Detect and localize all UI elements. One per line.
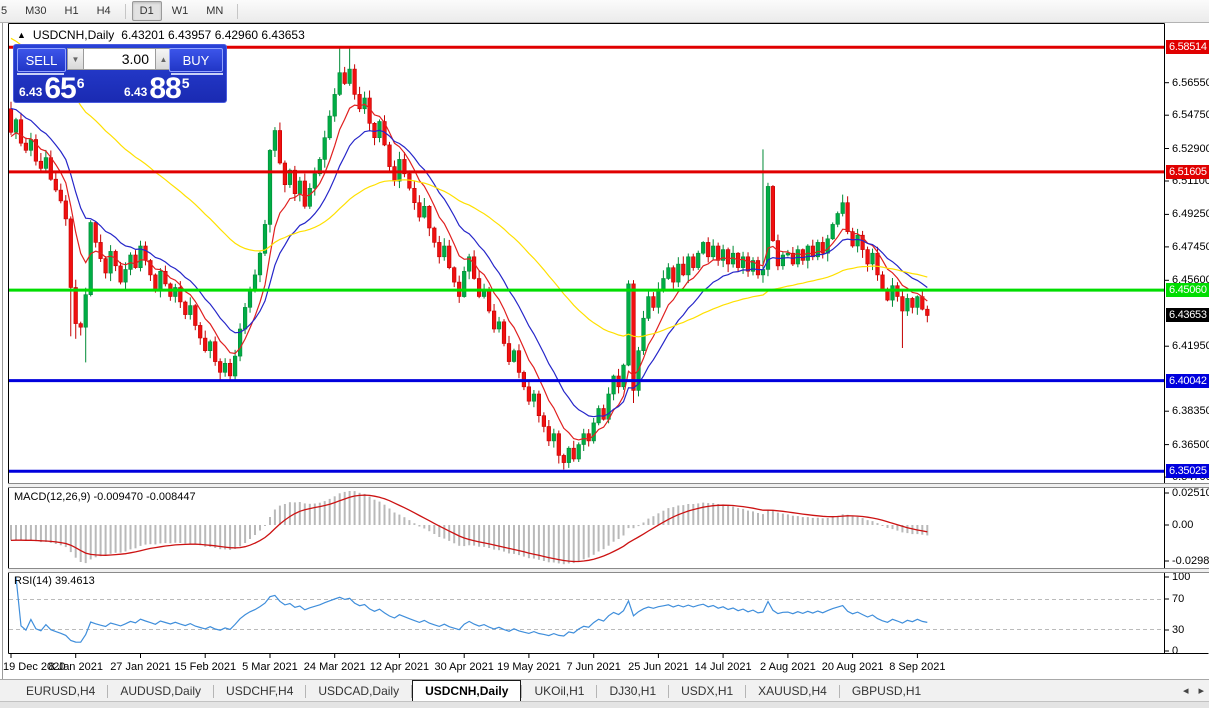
date-axis-label: 14 Jul 2021 (694, 661, 752, 673)
tab-bar-strip (0, 701, 1209, 708)
tab-gbpusd-h1[interactable]: GBPUSD,H1 (840, 680, 933, 702)
price-level-badge: 6.58514 (1166, 40, 1209, 55)
date-axis-label: 27 Jan 2021 (110, 661, 171, 673)
price-level-badge: 6.40042 (1166, 373, 1209, 388)
date-axis-label: 7 Jun 2021 (566, 661, 621, 673)
toolbar-separator (124, 3, 126, 19)
tab-scroll-left-icon[interactable]: ◂ (1183, 684, 1189, 697)
macd-axis-label: 0.025108 (1172, 487, 1209, 499)
date-axis-label: 15 Feb 2021 (174, 661, 237, 673)
buy-price-big: 88 (149, 72, 181, 105)
chart-title: USDCNH,Daily (32, 28, 115, 42)
date-axis-label: 30 Apr 2021 (434, 661, 494, 673)
timeframe-button-H1[interactable]: H1 (57, 1, 87, 21)
date-axis-label: 12 Apr 2021 (369, 661, 430, 673)
sell-price[interactable]: 6.43 65 6 (19, 72, 119, 105)
timeframe-toolbar: 5 M30 H1 H4 D1 W1 MN (0, 0, 1209, 23)
price-axis-tick: 6.49250 (1172, 208, 1209, 221)
price-level-badge: 6.45060 (1166, 283, 1209, 298)
timeframe-button-M30[interactable]: M30 (17, 1, 54, 21)
macd-axis-label: 0.00 (1172, 519, 1194, 531)
tab-audusd-daily[interactable]: AUDUSD,Daily (108, 680, 213, 702)
buy-price-prefix: 6.43 (124, 85, 148, 99)
timeframe-button-H4[interactable]: H4 (89, 1, 119, 21)
price-axis-tick: 6.36500 (1172, 438, 1209, 451)
chart-header: ▲ USDCNH,Daily 6.43201 6.43957 6.42960 6… (17, 28, 305, 42)
window-edge (2, 23, 3, 708)
price-axis-tick: 6.41950 (1172, 340, 1209, 353)
sell-price-sup: 6 (76, 75, 85, 91)
sell-button[interactable]: SELL (17, 48, 66, 72)
tab-usdchf-h4[interactable]: USDCHF,H4 (214, 680, 305, 702)
price-axis-tick: 6.54750 (1172, 109, 1209, 122)
tab-eurusd-h4[interactable]: EURUSD,H4 (14, 680, 107, 702)
price-axis-tick: 6.38350 (1172, 405, 1209, 418)
date-axis-label: 24 Mar 2021 (303, 661, 366, 673)
price-axis-tick: 6.47450 (1172, 240, 1209, 253)
timeframe-button-D1[interactable]: D1 (131, 1, 162, 21)
date-axis-label: 2 Aug 2021 (760, 661, 816, 673)
pane-separator-macd[interactable] (8, 483, 1209, 488)
sell-price-prefix: 6.43 (19, 85, 43, 99)
price-axis-tick: 6.56550 (1172, 76, 1209, 89)
toolbar-separator (237, 3, 239, 19)
tab-usdcnh-daily[interactable]: USDCNH,Daily (412, 680, 522, 702)
rsi-axis-label: 30 (1172, 624, 1185, 636)
macd-axis-label: -0.029885 (1172, 555, 1209, 567)
date-axis-label: 25 Jun 2021 (628, 661, 689, 673)
macd-label: MACD(12,26,9) -0.009470 -0.008447 (14, 491, 196, 503)
buy-price-sup: 5 (181, 75, 190, 91)
rsi-label: RSI(14) 39.4613 (14, 575, 95, 587)
tab-dj30-h1[interactable]: DJ30,H1 (597, 680, 668, 702)
tab-usdx-h1[interactable]: USDX,H1 (669, 680, 745, 702)
volume-decrease-button[interactable]: ▼ (67, 48, 84, 70)
date-axis-label: 8 Sep 2021 (889, 661, 946, 673)
buy-price[interactable]: 6.43 88 5 (124, 72, 223, 105)
tab-usdcad-daily[interactable]: USDCAD,Daily (306, 680, 411, 702)
price-level-badge: 6.35025 (1166, 464, 1209, 479)
rsi-axis-label: 0 (1172, 645, 1179, 657)
rsi-axis-label: 70 (1172, 593, 1185, 605)
date-axis-label: 19 May 2021 (497, 661, 561, 673)
price-axis-tick: 6.52900 (1172, 142, 1209, 155)
chart-ohlc-values: 6.43201 6.43957 6.42960 6.43653 (121, 28, 305, 42)
timeframe-button-5[interactable]: 5 (0, 1, 15, 21)
timeframe-button-MN[interactable]: MN (198, 1, 231, 21)
buy-button[interactable]: BUY (169, 48, 223, 72)
tab-scroll-right-icon[interactable]: ▸ (1198, 684, 1204, 697)
date-axis-label: 20 Aug 2021 (821, 661, 884, 673)
volume-input[interactable] (84, 48, 155, 70)
date-axis-label: 5 Mar 2021 (242, 661, 298, 673)
current-price-badge: 6.43653 (1166, 308, 1209, 323)
chart-canvas[interactable] (0, 0, 1209, 708)
price-level-badge: 6.51605 (1166, 164, 1209, 179)
volume-stepper: ▼ ▲ (67, 48, 172, 70)
tab-ukoil-h1[interactable]: UKOil,H1 (522, 680, 596, 702)
sell-price-big: 65 (44, 72, 76, 105)
date-axis-label: 8 Jan 2021 (48, 661, 103, 673)
pane-separator-rsi[interactable] (8, 568, 1209, 573)
one-click-trade-panel: SELL ▼ ▲ BUY 6.43 65 6 6.43 88 5 (13, 44, 227, 105)
tab-xauusd-h4[interactable]: XAUUSD,H4 (746, 680, 839, 702)
collapse-chart-icon[interactable]: ▲ (17, 30, 26, 40)
timeframe-button-W1[interactable]: W1 (164, 1, 197, 21)
